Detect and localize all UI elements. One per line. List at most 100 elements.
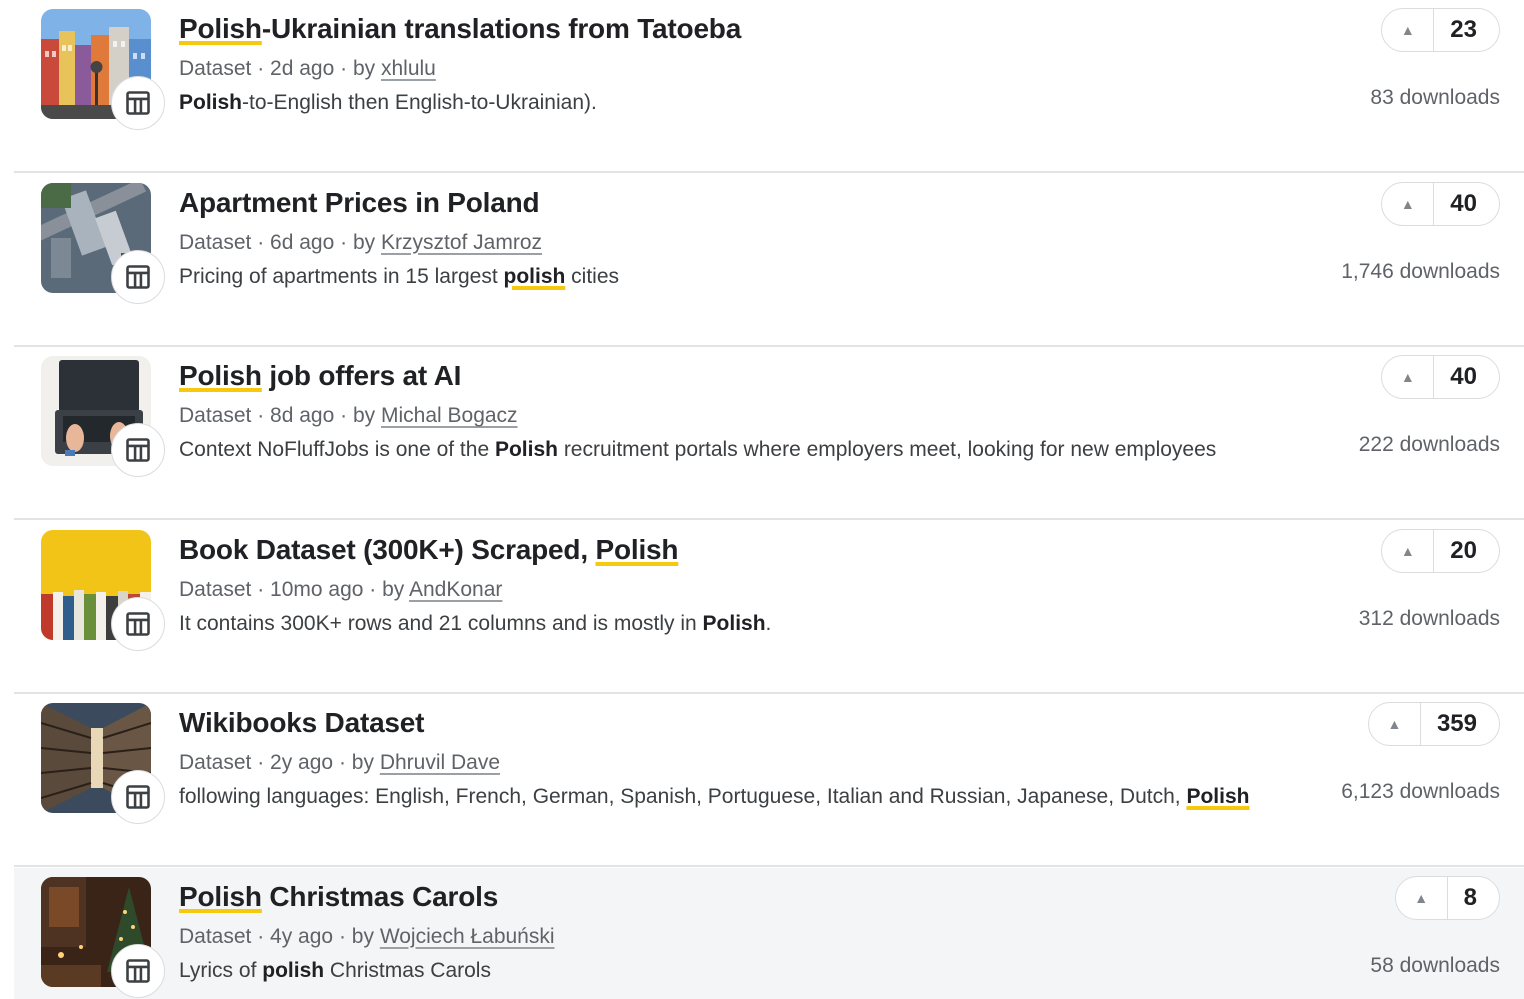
author-link[interactable]: xhlulu	[381, 57, 436, 80]
dataset-type-badge	[111, 770, 165, 824]
upvote-control: ▲ 8	[1394, 875, 1500, 920]
upvote-button[interactable]: ▲	[1382, 182, 1435, 225]
table-icon	[126, 785, 150, 809]
snippet-segment: cities	[565, 264, 620, 288]
snippet-segment: following languages: English, French, Ge…	[179, 785, 1187, 808]
search-results-list: Polish-Ukrainian translations from Tatoe…	[0, 0, 1524, 999]
upvote-arrow-icon: ▲	[1400, 369, 1415, 385]
dataset-type-badge	[111, 249, 165, 304]
dataset-age: 2d ago	[270, 57, 335, 80]
snippet-segment: Lyrics of	[179, 958, 263, 982]
dataset-type-badge	[111, 943, 165, 998]
by-label: by	[382, 577, 405, 601]
download-count: 222 downloads	[1358, 433, 1500, 456]
dataset-snippet: Pricing of apartments in 15 largest poli…	[179, 265, 619, 289]
snippet-segment: Pricing of apartments in 15 largest	[179, 264, 504, 288]
dataset-snippet: Polish-to-English then English-to-Ukrain…	[179, 91, 597, 115]
by-label: by	[351, 751, 374, 774]
table-icon	[126, 438, 150, 462]
by-label: by	[351, 924, 374, 948]
dataset-type-label: Dataset	[179, 577, 252, 601]
dataset-meta: Dataset · 6d ago · by Krzysztof Jamroz	[179, 230, 543, 254]
title-segment: Polish	[595, 533, 679, 565]
title-segment: Book Dataset (300K+) Scraped,	[179, 533, 596, 565]
upvote-button[interactable]: ▲	[1396, 876, 1448, 919]
upvote-button[interactable]: ▲	[1382, 356, 1435, 398]
download-count: 83 downloads	[1370, 86, 1500, 109]
upvote-control: ▲ 23	[1381, 8, 1500, 52]
dataset-meta: Dataset · 2d ago · by xhlulu	[179, 57, 436, 80]
dataset-snippet: Context NoFluffJobs is one of the Polish…	[179, 438, 1216, 462]
upvote-arrow-icon: ▲	[1400, 542, 1415, 559]
dataset-result-row[interactable]: Polish job offers at AI Dataset · 8d ago…	[14, 347, 1524, 520]
dataset-age: 10mo ago	[270, 577, 364, 601]
title-segment: Polish	[179, 360, 262, 391]
dataset-type-label: Dataset	[179, 230, 252, 254]
vote-count: 20	[1450, 536, 1477, 564]
download-count: 6,123 downloads	[1341, 780, 1500, 803]
upvote-button[interactable]: ▲	[1382, 529, 1435, 572]
dataset-result-row[interactable]: Polish Christmas Carols Dataset · 4y ago…	[14, 867, 1524, 999]
table-icon	[126, 91, 150, 115]
upvote-arrow-icon: ▲	[1400, 195, 1415, 212]
dataset-type-badge	[111, 76, 165, 130]
snippet-segment: recruitment portals where employers meet…	[557, 438, 1217, 461]
snippet-segment: .	[765, 611, 772, 635]
snippet-segment: Polish	[179, 91, 243, 114]
dataset-title[interactable]: Polish Christmas Carols	[179, 881, 498, 913]
dataset-result-row[interactable]: Book Dataset (300K+) Scraped, Polish Dat…	[14, 520, 1524, 694]
title-segment: -Ukrainian translations from Tatoeba	[261, 13, 742, 44]
dataset-meta: Dataset · 10mo ago · by AndKonar	[179, 577, 503, 601]
vote-count: 359	[1436, 710, 1477, 737]
dataset-age: 8d ago	[270, 404, 335, 427]
dataset-title[interactable]: Wikibooks Dataset	[179, 707, 425, 739]
author-link[interactable]: Wojciech Łabuński	[380, 925, 555, 948]
upvote-control: ▲ 40	[1381, 355, 1500, 399]
vote-count: 40	[1450, 189, 1477, 217]
author-link[interactable]: Michal Bogacz	[381, 404, 518, 427]
upvote-button[interactable]: ▲	[1382, 9, 1435, 51]
dataset-result-row[interactable]: Polish-Ukrainian translations from Tatoe…	[14, 0, 1524, 173]
table-icon	[126, 958, 150, 983]
title-segment: job offers at AI	[261, 360, 462, 391]
dataset-type-label: Dataset	[179, 924, 252, 948]
title-segment: Christmas Carols	[261, 880, 499, 912]
dataset-type-badge	[111, 596, 165, 651]
author-link[interactable]: Krzysztof Jamroz	[381, 231, 542, 254]
snippet-segment: Polish	[1186, 785, 1250, 808]
title-segment: Wikibooks Dataset	[179, 707, 425, 738]
upvote-button[interactable]: ▲	[1369, 703, 1421, 745]
snippet-segment: It contains 300K+ rows and 21 columns an…	[179, 611, 703, 635]
dataset-type-label: Dataset	[179, 404, 252, 427]
dataset-title[interactable]: Apartment Prices in Poland	[179, 186, 540, 219]
dataset-title[interactable]: Polish-Ukrainian translations from Tatoe…	[179, 13, 741, 45]
vote-count: 23	[1450, 16, 1477, 43]
dataset-meta: Dataset · 4y ago · by Wojciech Łabuński	[179, 924, 555, 948]
dataset-type-badge	[111, 423, 165, 477]
title-segment: Polish	[179, 880, 262, 912]
dataset-result-row[interactable]: Wikibooks Dataset Dataset · 2y ago · by …	[14, 694, 1524, 867]
title-segment: Apartment Prices in Poland	[179, 186, 540, 218]
snippet-segment: polish	[262, 958, 325, 982]
download-count: 312 downloads	[1358, 606, 1500, 630]
download-count: 1,746 downloads	[1341, 259, 1500, 283]
dataset-meta: Dataset · 8d ago · by Michal Bogacz	[179, 404, 518, 427]
dataset-title[interactable]: Book Dataset (300K+) Scraped, Polish	[179, 533, 679, 566]
author-link[interactable]: Dhruvil Dave	[380, 751, 500, 774]
dataset-result-row[interactable]: Apartment Prices in Poland Dataset · 6d …	[14, 173, 1524, 347]
by-label: by	[352, 404, 376, 427]
title-segment: Polish	[179, 13, 262, 44]
download-count: 58 downloads	[1370, 953, 1500, 977]
upvote-arrow-icon: ▲	[1387, 716, 1402, 732]
dataset-type-label: Dataset	[179, 57, 252, 80]
dataset-meta: Dataset · 2y ago · by Dhruvil Dave	[179, 751, 501, 774]
upvote-control: ▲ 40	[1381, 181, 1500, 226]
snippet-segment: -to-English then English-to-Ukrainian).	[242, 91, 597, 114]
author-link[interactable]: AndKonar	[409, 578, 502, 601]
table-icon	[126, 264, 150, 289]
dataset-title[interactable]: Polish job offers at AI	[179, 360, 461, 392]
dataset-age: 2y ago	[270, 751, 334, 774]
upvote-control: ▲ 359	[1367, 702, 1500, 746]
vote-count: 40	[1450, 363, 1477, 390]
dataset-age: 4y ago	[270, 924, 334, 948]
